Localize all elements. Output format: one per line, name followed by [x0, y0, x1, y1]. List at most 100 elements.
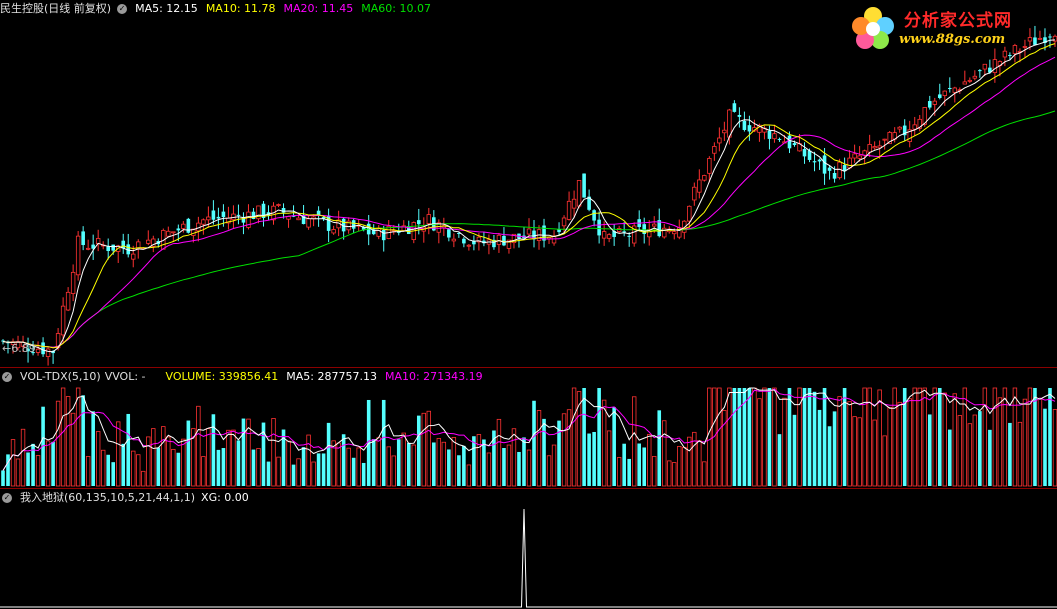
volume-bar — [156, 447, 161, 486]
volume-bar — [812, 391, 817, 486]
candle — [276, 203, 281, 208]
volume-bar — [166, 436, 171, 487]
volume-bar — [111, 462, 116, 486]
candle — [697, 169, 702, 199]
volume-bar — [231, 429, 236, 487]
ma60-label: MA60: 10.07 — [361, 2, 431, 15]
candle — [972, 70, 978, 81]
volume-bar — [441, 441, 447, 487]
volume-bar — [201, 456, 206, 487]
volume-bar — [426, 410, 432, 487]
volume-bar — [627, 458, 631, 486]
candle — [847, 150, 852, 170]
settings-icon[interactable]: ✓ — [2, 493, 12, 503]
volume-bar — [271, 418, 276, 487]
volume-bar — [702, 461, 707, 487]
indicator-panel: ✓ 我入地狱(60,135,10,5,21,44,1,1) XG: 0.00 — [0, 489, 1057, 609]
candle — [331, 225, 336, 235]
stock-title: 民生控股(日线 前复权) — [0, 2, 112, 15]
volume-bar — [822, 388, 827, 486]
candle — [947, 77, 952, 93]
volume-bar — [472, 436, 476, 486]
volume-bar — [872, 419, 877, 487]
volume-bar — [241, 418, 246, 486]
volume-bar — [276, 456, 281, 487]
settings-icon[interactable]: ✓ — [117, 4, 128, 14]
volume-bar — [116, 421, 121, 487]
volume-bar — [687, 436, 692, 487]
volume-bar — [1037, 398, 1043, 487]
vvol-label: VVOL: - — [104, 370, 146, 383]
volume-bar — [622, 443, 626, 486]
volume-bar — [757, 398, 762, 487]
volume-bar — [877, 389, 882, 487]
candle — [131, 245, 136, 268]
volume-bar — [747, 388, 752, 486]
volume-bar — [361, 462, 366, 486]
volume-bar — [1012, 387, 1018, 487]
candle — [737, 107, 742, 128]
volume-bar — [942, 392, 947, 487]
volume-bar — [376, 437, 381, 487]
volume-bar — [1, 470, 5, 486]
indicator-chart — [0, 508, 1057, 608]
candle — [436, 219, 442, 244]
volume-bar — [336, 442, 341, 487]
candle — [216, 207, 221, 230]
candle — [827, 165, 832, 180]
volume-bar — [542, 418, 546, 486]
volume-bar — [416, 415, 421, 486]
volume-bar — [802, 388, 807, 486]
volume-bar — [10, 439, 16, 487]
volume-bar — [181, 438, 186, 487]
indicator-name: 我入地狱(60,135,10,5,21,44,1,1) — [20, 491, 196, 504]
candle — [472, 235, 476, 251]
candle — [486, 234, 492, 255]
volume-bar — [506, 444, 512, 487]
volume-bar — [221, 448, 226, 486]
volume-bar — [141, 470, 146, 487]
candle — [70, 264, 76, 302]
candle — [396, 223, 401, 236]
ma10-label: MA10: 11.78 — [205, 2, 276, 15]
volume-bar — [972, 414, 978, 487]
candle — [597, 211, 601, 244]
volume-bar — [421, 412, 426, 487]
ma20-label: MA20: 11.45 — [283, 2, 354, 15]
volume-bar — [582, 388, 586, 486]
volume-bar — [837, 396, 842, 487]
volume-bar — [857, 417, 862, 487]
candle — [612, 224, 616, 246]
volume-bar — [321, 453, 326, 486]
settings-icon[interactable]: ✓ — [2, 372, 12, 382]
volume-bar — [436, 438, 442, 487]
volume-bar — [95, 431, 101, 487]
volume-bar — [717, 387, 722, 487]
candle — [41, 337, 45, 357]
volume-bar — [216, 449, 221, 486]
volume-bar — [732, 388, 737, 486]
candle — [482, 231, 486, 247]
candle — [631, 222, 637, 247]
volume-bar — [291, 464, 296, 486]
candle — [346, 217, 351, 234]
volume-bar — [727, 387, 732, 487]
volume-bar — [286, 440, 291, 487]
candle — [692, 182, 697, 206]
volume-bar — [832, 411, 837, 486]
candle — [802, 142, 807, 164]
candle — [542, 218, 546, 248]
volume-bar — [817, 409, 822, 486]
volume-label: VOLUME: 339856.41 — [165, 370, 279, 383]
volume-bar — [752, 387, 757, 487]
volume-bar — [927, 414, 932, 486]
candle — [81, 226, 85, 251]
volume-bar — [432, 442, 436, 486]
volume-bar — [922, 387, 927, 487]
volume-bar — [647, 434, 652, 487]
volume-bar — [136, 454, 141, 487]
volume-bar — [967, 423, 973, 487]
volume-bar — [631, 396, 637, 487]
candle — [121, 233, 126, 254]
candle — [942, 90, 947, 106]
